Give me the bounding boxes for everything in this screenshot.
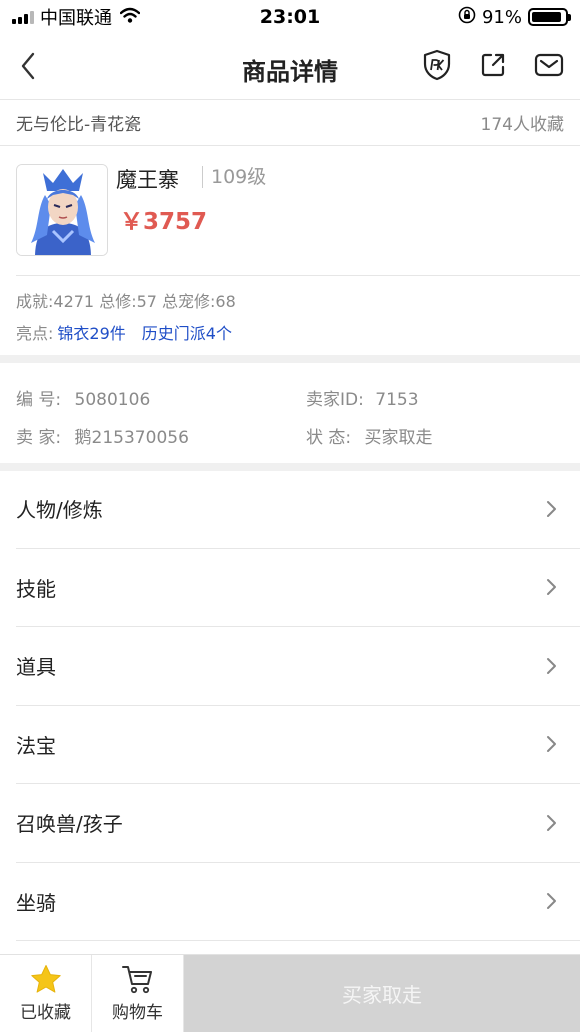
seller-label: 卖 家: <box>16 428 62 448</box>
chevron-right-icon <box>547 814 556 831</box>
mail-icon <box>534 53 564 77</box>
bottom-action-bar: 已收藏 购物车 买家取走 <box>0 954 580 1032</box>
carrier-name: 中国联通 <box>40 8 112 29</box>
pk-shield-icon <box>423 49 451 81</box>
item-status: 状 态: 买家取走 <box>306 423 433 448</box>
menu-item-label: 技能 <box>16 576 56 601</box>
server-name: 无与伦比-青花瓷 <box>16 115 142 135</box>
cart-button[interactable]: 购物车 <box>92 955 184 1032</box>
navigation-bar: 商品详情 <box>0 34 580 100</box>
item-meta: 编 号: 5080106 卖家ID: 7153 卖 家: 鹅215370056 … <box>0 363 580 463</box>
highlights-row: 亮点: 锦衣29件 历史门派4个 <box>16 320 244 344</box>
character-avatar[interactable] <box>16 164 108 256</box>
menu-item-mounts[interactable]: 坐骑 <box>16 863 580 941</box>
signal-strength-icon <box>12 10 34 24</box>
status-bar: 中国联通 23:01 91% <box>0 0 580 34</box>
back-button[interactable] <box>10 48 46 84</box>
menu-item-summons[interactable]: 召唤兽/孩子 <box>16 784 580 863</box>
chevron-right-icon <box>547 893 556 910</box>
cart-icon <box>121 966 152 994</box>
character-level: 109级 <box>202 166 266 188</box>
highlight-outfits-link[interactable]: 锦衣29件 <box>57 320 125 344</box>
favorite-count: 174人收藏 <box>480 115 564 135</box>
orientation-lock-icon <box>458 6 476 29</box>
section-divider <box>0 355 580 363</box>
menu-item-character[interactable]: 人物/修炼 <box>16 470 580 549</box>
character-name: 魔王寨 <box>116 168 179 192</box>
item-id: 编 号: 5080106 <box>16 385 150 410</box>
message-button[interactable] <box>532 48 566 82</box>
chevron-right-icon <box>547 657 556 674</box>
share-button[interactable] <box>476 48 510 82</box>
character-stats: 成就:4271 总修:57 总宠修:68 <box>16 292 236 311</box>
menu-item-label: 坐骑 <box>16 890 56 915</box>
menu-item-label: 法宝 <box>16 733 56 758</box>
item-price: ￥3757 <box>120 209 208 235</box>
chevron-right-icon <box>547 579 556 596</box>
seller: 卖 家: 鹅215370056 <box>16 423 189 448</box>
seller-id: 卖家ID: 7153 <box>306 385 419 410</box>
share-icon <box>481 53 505 77</box>
item-id-label: 编 号: <box>16 390 62 410</box>
chevron-right-icon <box>547 736 556 753</box>
item-header: 无与伦比-青花瓷 174人收藏 <box>0 100 580 146</box>
chevron-right-icon <box>547 500 556 517</box>
item-id-value: 5080106 <box>74 390 151 410</box>
buy-button[interactable]: 买家取走 <box>184 955 580 1032</box>
menu-item-treasures[interactable]: 法宝 <box>16 706 580 784</box>
cart-label: 购物车 <box>112 1003 163 1023</box>
menu-item-label: 人物/修炼 <box>16 498 103 523</box>
battery-percent: 91% <box>481 6 522 28</box>
character-summary: 魔王寨 109级 ￥3757 <box>16 146 580 276</box>
pk-button[interactable] <box>420 48 454 82</box>
menu-item-items[interactable]: 道具 <box>16 627 580 706</box>
favorite-label: 已收藏 <box>20 1003 71 1023</box>
menu-item-skills[interactable]: 技能 <box>16 549 580 627</box>
detail-menu: 人物/修炼 技能 道具 法宝 召唤兽/孩子 坐骑 <box>0 470 580 941</box>
seller-id-label: 卖家ID: <box>306 390 364 410</box>
highlight-schools-link[interactable]: 历史门派4个 <box>142 320 232 344</box>
item-status-label: 状 态: <box>306 428 352 448</box>
menu-item-label: 召唤兽/孩子 <box>16 812 123 837</box>
battery-icon <box>528 8 571 26</box>
menu-item-label: 道具 <box>16 655 56 680</box>
chevron-left-icon <box>21 52 35 80</box>
wifi-icon <box>119 7 141 28</box>
seller-value: 鹅215370056 <box>74 428 189 448</box>
seller-id-value: 7153 <box>375 390 419 410</box>
item-status-value: 买家取走 <box>364 428 433 448</box>
star-icon <box>30 965 61 993</box>
highlights-label: 亮点: <box>16 324 54 343</box>
favorite-button[interactable]: 已收藏 <box>0 955 92 1032</box>
